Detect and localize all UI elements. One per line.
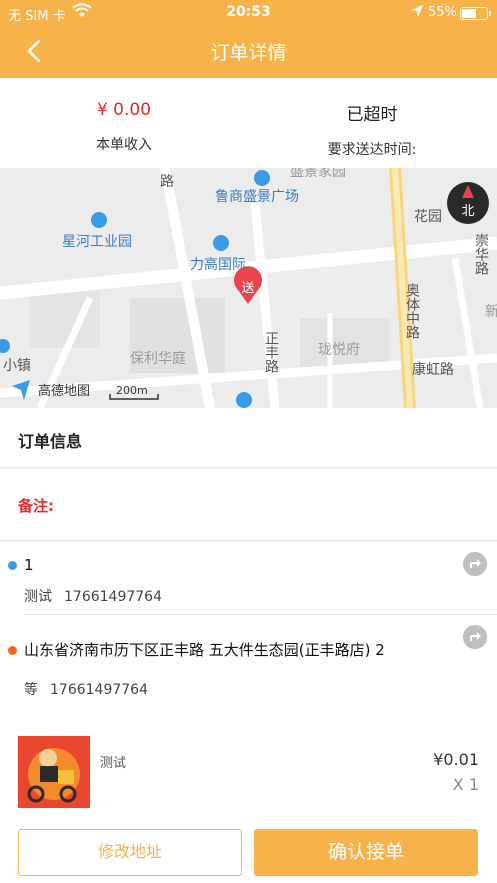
map-label-shengjing: 盛景家园 [290,168,346,180]
status-bar: 无 SIM 卡 20:53 55% [0,0,497,26]
order-info-title: 订单信息 [18,432,83,451]
map-label-xin: 新 [485,304,497,320]
battery-percent: 55% [428,5,457,20]
dropoff-navigate-icon[interactable] [463,625,487,649]
delivery-status-value: 已超时 [346,105,398,125]
map-label-aoti: 奥体中路 [404,282,420,339]
confirm-accept-button[interactable]: 确认接单 [254,829,478,876]
goods-item: 测试 ¥0.01 X 1 [0,722,497,822]
map-label-longyue: 珑悦府 [318,342,360,358]
remark-row: 备注: [0,469,497,541]
income-value: ¥ 0.00 [96,100,152,120]
map-label-xiaozhen: 小镇 [3,358,31,374]
pickup-contact-name: 测试 [24,589,52,605]
order-summary: ¥ 0.00 本单收入 已超时 要求送达时间: [0,78,497,168]
pickup-name: 1 [24,556,34,574]
pickup-navigate-icon[interactable] [463,552,487,576]
goods-thumbnail [18,736,90,808]
send-marker-label: 送 [241,281,254,296]
goods-quantity: X 1 [452,775,479,794]
pickup-contact: 测试 17661497764 [24,586,162,606]
delivery-status-block: 已超时 要求送达时间: [248,78,496,159]
compass-label: 北 [461,204,474,219]
dropoff-dot [8,646,17,655]
dropoff-phone[interactable]: 17661497764 [50,682,148,698]
map-label-zhengfeng: 正丰路 [263,331,279,373]
address-block: 1 测试 17661497764 山东省济南市历下区正丰路 五大件生态园(正丰路店… [0,542,497,722]
location-arrow-icon [411,5,423,17]
modify-address-button[interactable]: 修改地址 [18,829,242,876]
battery-icon [460,7,491,20]
poi-icon [236,392,252,408]
poi-icon [213,235,229,251]
poi-icon [254,170,270,186]
bottom-bar: 修改地址 确认接单 [0,822,497,883]
income-block: ¥ 0.00 本单收入 [0,78,248,154]
map-label-chonghua: 崇华路 [473,233,489,275]
map-label-huayuan: 花园 [414,209,442,225]
address-divider [24,614,497,615]
header: 无 SIM 卡 20:53 55% 订单详情 [0,0,497,78]
map-label-lushang: 鲁商盛景广场 [215,189,299,205]
dropoff-address: 山东省济南市历下区正丰路 五大件生态园(正丰路店) 2 [24,641,385,659]
map-label-road: 路 [160,174,174,190]
dropoff-contact: 等 17661497764 [24,679,148,699]
map-label-xinghe: 星河工业园 [62,234,132,250]
remark-label: 备注: [18,497,54,515]
goods-price: ¥0.01 [433,750,479,769]
nav-bar: 订单详情 [0,30,497,70]
map-scale-label: 200m [116,384,148,397]
pickup-dot [8,561,17,570]
order-info-header: 订单信息 [0,408,497,468]
dropoff-contact-name: 等 [24,682,38,698]
map-canvas: 送 北 路 盛景家园 鲁商盛景广场 星河工业园 力高国际 保利华庭 珑悦府 康虹… [0,168,497,408]
income-label: 本单收入 [96,137,152,153]
map-label-kanghong: 康虹路 [412,361,454,378]
delivery-time-label: 要求送达时间: [327,142,417,158]
page-title: 订单详情 [210,42,287,64]
poi-icon [91,212,107,228]
goods-name: 测试 [100,756,127,771]
amap-logo-text: 高德地图 [38,383,90,399]
map-label-ligao: 力高国际 [190,256,246,273]
map-label-baoli: 保利华庭 [130,350,186,367]
map-view[interactable]: 送 北 路 盛景家园 鲁商盛景广场 星河工业园 力高国际 保利华庭 珑悦府 康虹… [0,168,497,408]
pickup-phone[interactable]: 17661497764 [64,589,162,605]
